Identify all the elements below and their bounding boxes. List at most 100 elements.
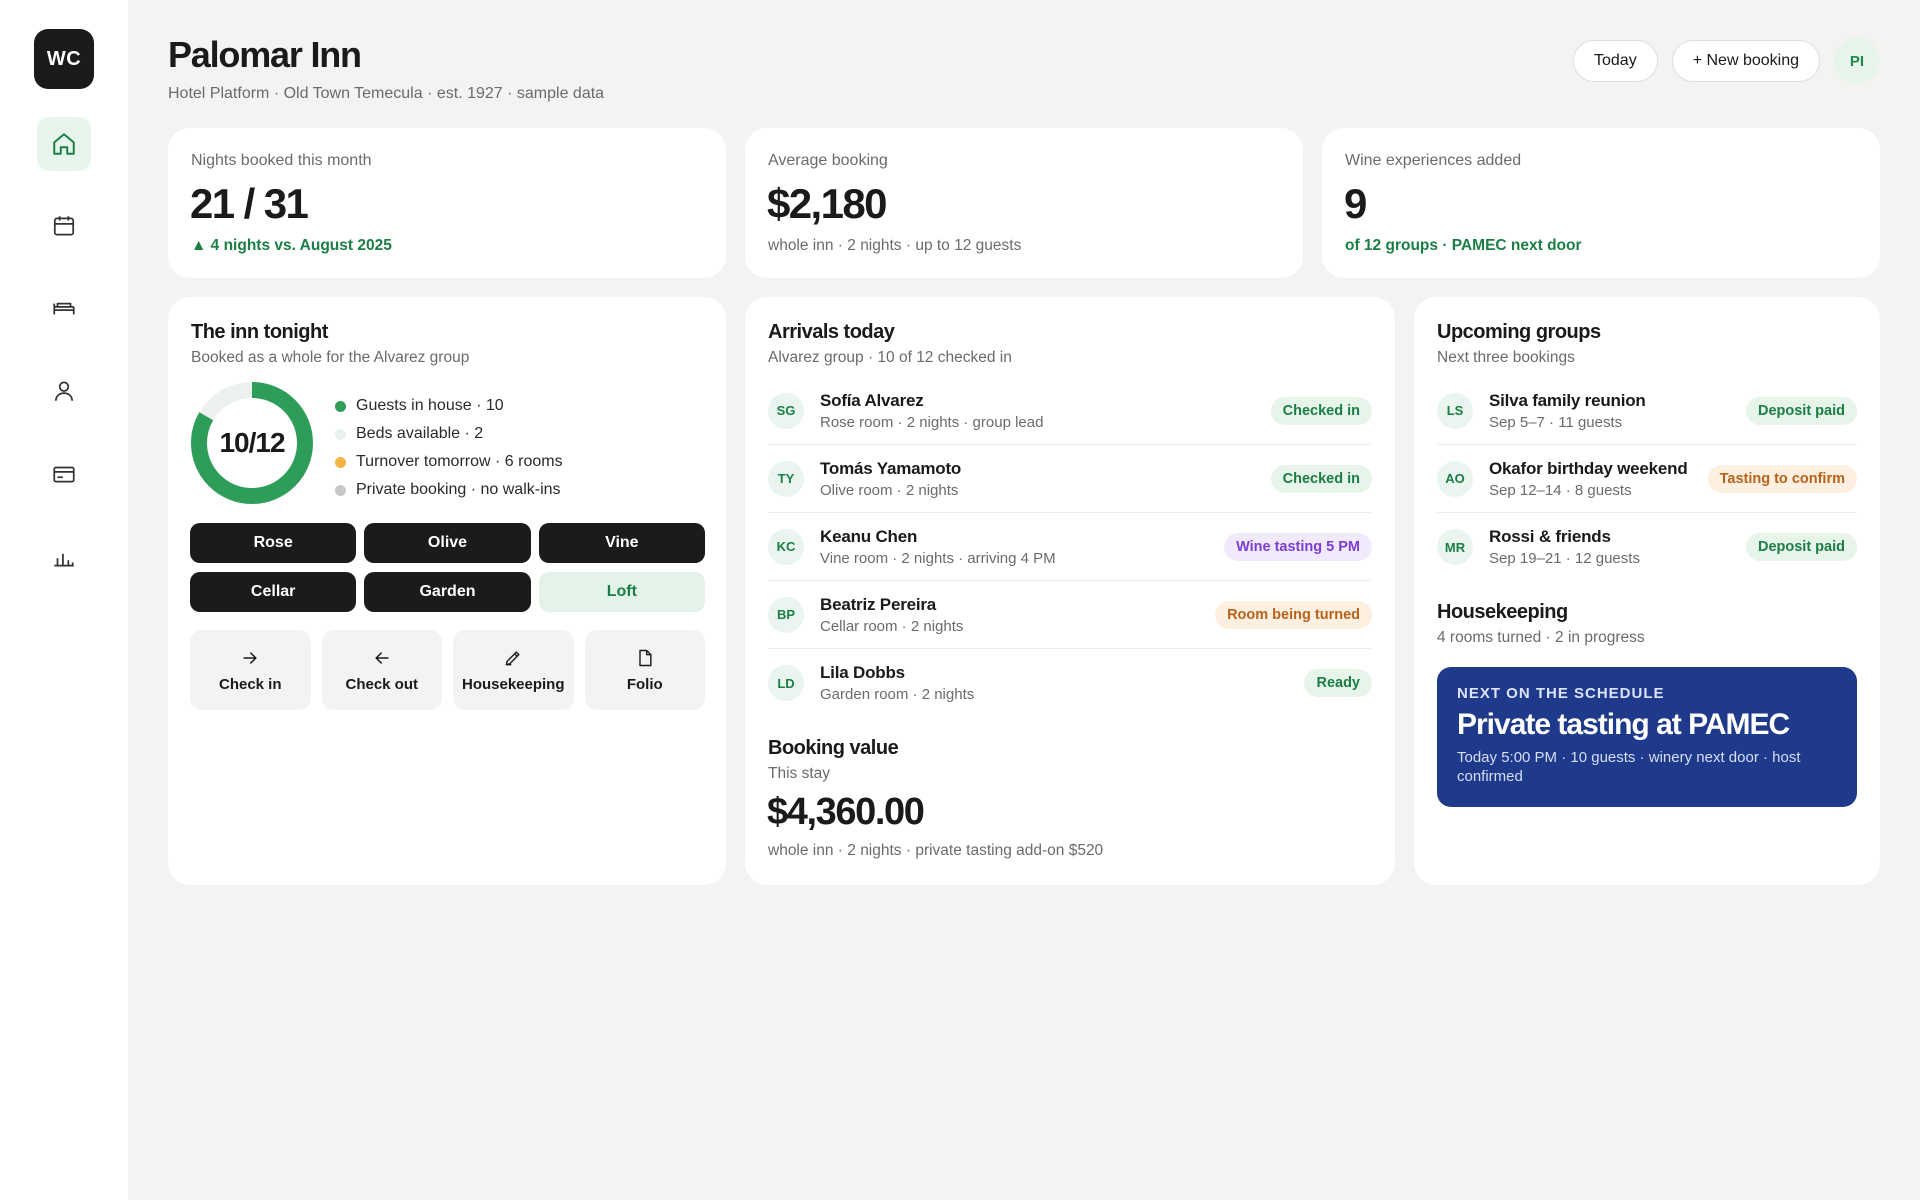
arrival-row[interactable]: KC Keanu Chen Vine room · 2 nights · arri… [768, 513, 1372, 581]
avatar[interactable]: PI [1834, 38, 1880, 84]
guest-avatar: SG [768, 392, 804, 429]
guest-meta: Garden room · 2 nights [820, 686, 975, 703]
guest-meta: Cellar room · 2 nights [820, 617, 964, 635]
quick-actions: Check in Check out Housekeeping Folio [190, 630, 705, 710]
room-olive[interactable]: Olive [364, 523, 531, 563]
legend-dot [335, 456, 346, 468]
stat-foot: ▲ 4 nights vs. August 2025 [191, 237, 392, 254]
stat-card-nights: Nights booked this month 21 / 31 ▲ 4 nig… [168, 128, 726, 278]
card-icon [53, 466, 75, 483]
group-row[interactable]: MR Rossi & friends Sep 19–21 · 12 guests … [1437, 513, 1857, 581]
group-avatar: AO [1437, 460, 1473, 497]
arrival-row[interactable]: SG Sofía Alvarez Rose room · 2 nights · g… [768, 377, 1372, 445]
arrival-row[interactable]: TY Tomás Yamamoto Olive room · 2 nights C… [768, 445, 1372, 513]
stat-card-wine: Wine experiences added 9 of 12 groups · … [1322, 128, 1880, 278]
group-row[interactable]: LS Silva family reunion Sep 5–7 · 11 gues… [1437, 377, 1857, 445]
arrivals-card: Arrivals today Alvarez group · 10 of 12 … [745, 297, 1395, 885]
room-vine[interactable]: Vine [538, 523, 705, 563]
stat-label: Nights booked this month [191, 152, 372, 169]
group-row[interactable]: AO Okafor birthday weekend Sep 12–14 · 8 … [1437, 445, 1857, 513]
arrow-left-icon [374, 651, 389, 664]
room-cellar[interactable]: Cellar [190, 572, 357, 612]
schedule-title: Private tasting at PAMEC [1457, 708, 1790, 741]
inn-tonight-card: The inn tonight Booked as a whole for th… [168, 297, 726, 885]
group-meta: Sep 5–7 · 11 guests [1489, 413, 1623, 431]
stat-label: Wine experiences added [1345, 152, 1522, 169]
main-content: Palomar Inn Hotel Platform · Old Town Te… [168, 0, 1880, 1200]
housekeeping-button[interactable]: Housekeeping [453, 630, 574, 710]
legend-label: Turnover tomorrow · 6 rooms [356, 453, 563, 470]
status-badge: Checked in [1270, 464, 1372, 493]
sidebar: WC [0, 0, 128, 1200]
arrival-row[interactable]: BP Beatriz Pereira Cellar room · 2 nights… [768, 581, 1372, 649]
legend-item: Private booking · no walk-ins [335, 476, 563, 504]
guest-avatar: KC [768, 528, 804, 565]
status-badge: Wine tasting 5 PM [1224, 532, 1372, 561]
room-garden[interactable]: Garden [364, 572, 531, 612]
legend-label: Beds available · 2 [356, 425, 484, 442]
legend-item: Beds available · 2 [335, 420, 563, 448]
next-schedule-card[interactable]: NEXT ON THE SCHEDULE Private tasting at … [1437, 667, 1857, 807]
today-button[interactable]: Today [1573, 40, 1658, 82]
housekeeping-subtitle: 4 rooms turned · 2 in progress [1437, 629, 1645, 646]
card-subtitle: Alvarez group · 10 of 12 checked in [768, 349, 1012, 366]
group-name: Rossi & friends [1489, 527, 1611, 546]
header-actions: Today + New booking PI [1573, 38, 1880, 84]
legend-dot [335, 400, 346, 412]
card-subtitle: Next three bookings [1437, 349, 1575, 366]
nav-payments[interactable] [37, 447, 91, 501]
bed-icon [53, 302, 75, 315]
document-icon [639, 649, 652, 666]
group-name: Silva family reunion [1489, 390, 1646, 410]
page-subtitle: Hotel Platform · Old Town Temecula · est… [168, 85, 605, 102]
folio-button[interactable]: Folio [584, 630, 705, 710]
guest-avatar: TY [768, 460, 804, 497]
guest-name: Keanu Chen [820, 526, 918, 546]
user-icon [55, 381, 73, 401]
booking-value-note: whole inn · 2 nights · private tasting a… [768, 842, 1104, 859]
stat-value: $2,180 [767, 180, 887, 227]
nav-rooms[interactable] [37, 281, 91, 335]
check-in-button[interactable]: Check in [190, 630, 311, 710]
status-badge: Ready [1304, 669, 1372, 697]
guest-avatar: BP [768, 596, 804, 633]
calendar-icon [53, 216, 75, 236]
stat-value: 9 [1344, 180, 1367, 227]
action-label: Folio [626, 675, 663, 693]
schedule-meta: Today 5:00 PM · 10 guests · winery next … [1457, 749, 1801, 785]
group-meta: Sep 19–21 · 12 guests [1489, 550, 1640, 567]
nav-home[interactable] [37, 117, 91, 171]
stat-foot: whole inn · 2 nights · up to 12 guests [768, 237, 1022, 254]
upcoming-groups-card: Upcoming groups Next three bookings LS S… [1414, 297, 1880, 885]
guest-meta: Rose room · 2 nights · group lead [820, 413, 1044, 431]
nav-calendar[interactable] [37, 199, 91, 253]
check-out-button[interactable]: Check out [321, 630, 442, 710]
nav-guests[interactable] [37, 364, 91, 418]
room-loft[interactable]: Loft [538, 572, 705, 612]
guest-meta: Vine room · 2 nights · arriving 4 PM [820, 549, 1056, 567]
action-label: Check in [218, 675, 282, 693]
action-label: Housekeeping [461, 675, 565, 693]
guest-name: Beatriz Pereira [820, 594, 937, 614]
page-title: Palomar Inn [168, 34, 362, 75]
app-logo[interactable]: WC [34, 29, 94, 89]
card-title: Arrivals today [768, 321, 895, 343]
housekeeping-title: Housekeeping [1437, 601, 1568, 623]
arrow-right-icon [243, 651, 258, 664]
room-rose[interactable]: Rose [190, 523, 357, 563]
stat-label: Average booking [768, 152, 888, 169]
booking-value-title: Booking value [768, 737, 899, 759]
card-title: Upcoming groups [1437, 321, 1601, 343]
arrival-row[interactable]: LD Lila Dobbs Garden room · 2 nights Read… [768, 649, 1372, 717]
pen-icon [505, 650, 520, 665]
group-name: Okafor birthday weekend [1489, 458, 1688, 478]
group-avatar: LS [1437, 392, 1473, 429]
home-icon [53, 133, 75, 155]
legend-dot [335, 484, 346, 496]
group-meta: Sep 12–14 · 8 guests [1489, 481, 1632, 499]
room-grid: Rose Olive Vine Cellar Garden Loft [190, 523, 705, 612]
guest-meta: Olive room · 2 nights [820, 481, 959, 499]
nav-reports[interactable] [37, 530, 91, 584]
new-booking-button[interactable]: + New booking [1671, 40, 1820, 82]
status-badge: Deposit paid [1745, 533, 1857, 561]
